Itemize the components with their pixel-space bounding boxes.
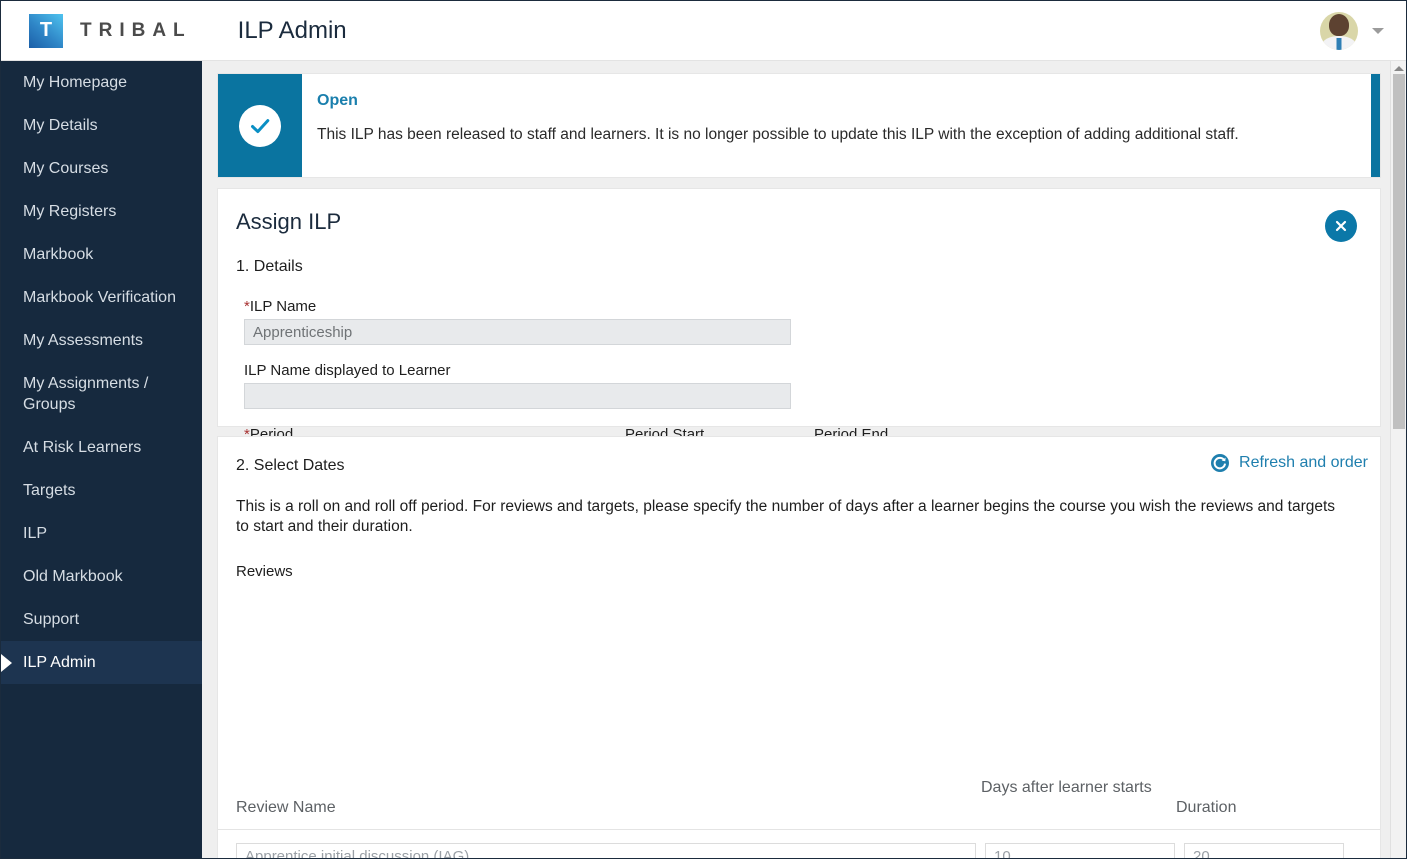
column-header-days-after: Days after learner starts [981,779,1152,796]
status-banner-body: Open This ILP has been released to staff… [302,74,1371,177]
tribal-logo-mark-icon: T [29,13,63,48]
sidebar-nav-list: My Homepage My Details My Courses My Regist… [1,61,202,684]
dates-description: This is a roll on and roll off period. F… [236,498,1336,535]
scroll-up-arrow-icon[interactable] [1393,66,1404,71]
sidebar-item-markbook[interactable]: Markbook [1,233,202,276]
scrollbar-thumb[interactable] [1393,74,1405,429]
ilp-name-label: *ILP Name [244,298,1380,315]
dates-section-label: 2. Select Dates [236,457,345,474]
assign-ilp-details-card: Assign ILP 1. Details *ILP Name ILP Name… [217,188,1381,521]
sidebar-item-my-assessments[interactable]: My Assessments [1,319,202,362]
sidebar-item-label: Markbook [23,246,94,263]
review-name-input[interactable] [236,843,976,858]
tribal-logo[interactable]: T TRIBAL [29,13,192,48]
ilp-name-input[interactable] [244,319,791,345]
table-row [218,830,1380,858]
vertical-scrollbar[interactable] [1390,61,1406,858]
active-indicator-arrow-icon [1,653,12,672]
select-dates-card: 2. Select Dates Refresh and order This i… [217,436,1381,858]
refresh-and-order-button[interactable]: Refresh and order [1210,453,1368,473]
user-menu[interactable] [1320,1,1384,61]
sidebar-item-ilp-admin[interactable]: ILP Admin [1,641,202,684]
column-header-duration: Duration [1176,799,1237,816]
sidebar-item-label: ILP Admin [23,654,96,671]
duration-input[interactable] [1184,843,1344,858]
sidebar-item-my-homepage[interactable]: My Homepage [1,61,202,104]
sidebar: My Homepage My Details My Courses My Regist… [1,61,202,858]
sidebar-item-my-assignments-groups[interactable]: My Assignments / Groups [1,362,202,426]
sidebar-item-markbook-verification[interactable]: Markbook Verification [1,276,202,319]
status-icon-box [218,74,302,177]
sidebar-item-targets[interactable]: Targets [1,469,202,512]
close-button[interactable] [1325,210,1357,242]
tribal-logo-wordmark: TRIBAL [80,19,192,41]
status-badge: Open [317,92,358,109]
ilp-name-learner-label: ILP Name displayed to Learner [244,362,451,379]
sidebar-item-label: My Courses [23,160,109,177]
sidebar-item-label: My Registers [23,203,117,220]
column-header-review-name: Review Name [236,799,336,816]
sidebar-item-label: Markbook Verification [23,289,176,306]
status-banner: Open This ILP has been released to staff… [217,73,1381,178]
days-after-input[interactable] [985,843,1175,858]
ilp-name-learner-input[interactable] [244,383,791,409]
refresh-icon [1211,454,1230,472]
sidebar-item-label: My Details [23,117,98,134]
sidebar-item-old-markbook[interactable]: Old Markbook [1,555,202,598]
sidebar-item-label: My Homepage [23,74,128,91]
sidebar-item-label: At Risk Learners [23,439,142,456]
sidebar-item-ilp[interactable]: ILP [1,512,202,555]
status-message: This ILP has been released to staff and … [317,126,1239,143]
close-icon [1335,220,1347,232]
sidebar-item-at-risk-learners[interactable]: At Risk Learners [1,426,202,469]
check-circle-icon [239,104,281,147]
reviews-label: Reviews [236,563,293,580]
top-bar: T TRIBAL ILP Admin [1,1,1406,61]
chevron-down-icon[interactable] [1372,28,1384,34]
refresh-and-order-label: Refresh and order [1239,454,1368,471]
content-area: Open This ILP has been released to staff… [202,61,1391,858]
sidebar-item-label: Support [23,611,80,628]
sidebar-item-label: My Assessments [23,332,144,349]
status-accent-bar [1371,74,1380,177]
details-section-label: 1. Details [236,258,303,275]
application-window: T TRIBAL ILP Admin My Homepage My Details… [0,0,1407,859]
sidebar-item-my-details[interactable]: My Details [1,104,202,147]
sidebar-item-my-registers[interactable]: My Registers [1,190,202,233]
reviews-table-header: Review Name Days after learner starts Du… [218,777,1380,830]
sidebar-item-support[interactable]: Support [1,598,202,641]
assign-ilp-heading: Assign ILP [236,209,342,234]
reviews-table: Review Name Days after learner starts Du… [218,777,1380,858]
sidebar-item-label: Old Markbook [23,568,123,585]
sidebar-item-label: ILP [23,525,48,542]
avatar[interactable] [1320,12,1358,50]
ilp-name-label-text: ILP Name [249,298,317,315]
sidebar-item-label: Targets [23,482,76,499]
sidebar-item-label: My Assignments / Groups [23,375,149,413]
page-title: ILP Admin [237,16,347,44]
sidebar-item-my-courses[interactable]: My Courses [1,147,202,190]
